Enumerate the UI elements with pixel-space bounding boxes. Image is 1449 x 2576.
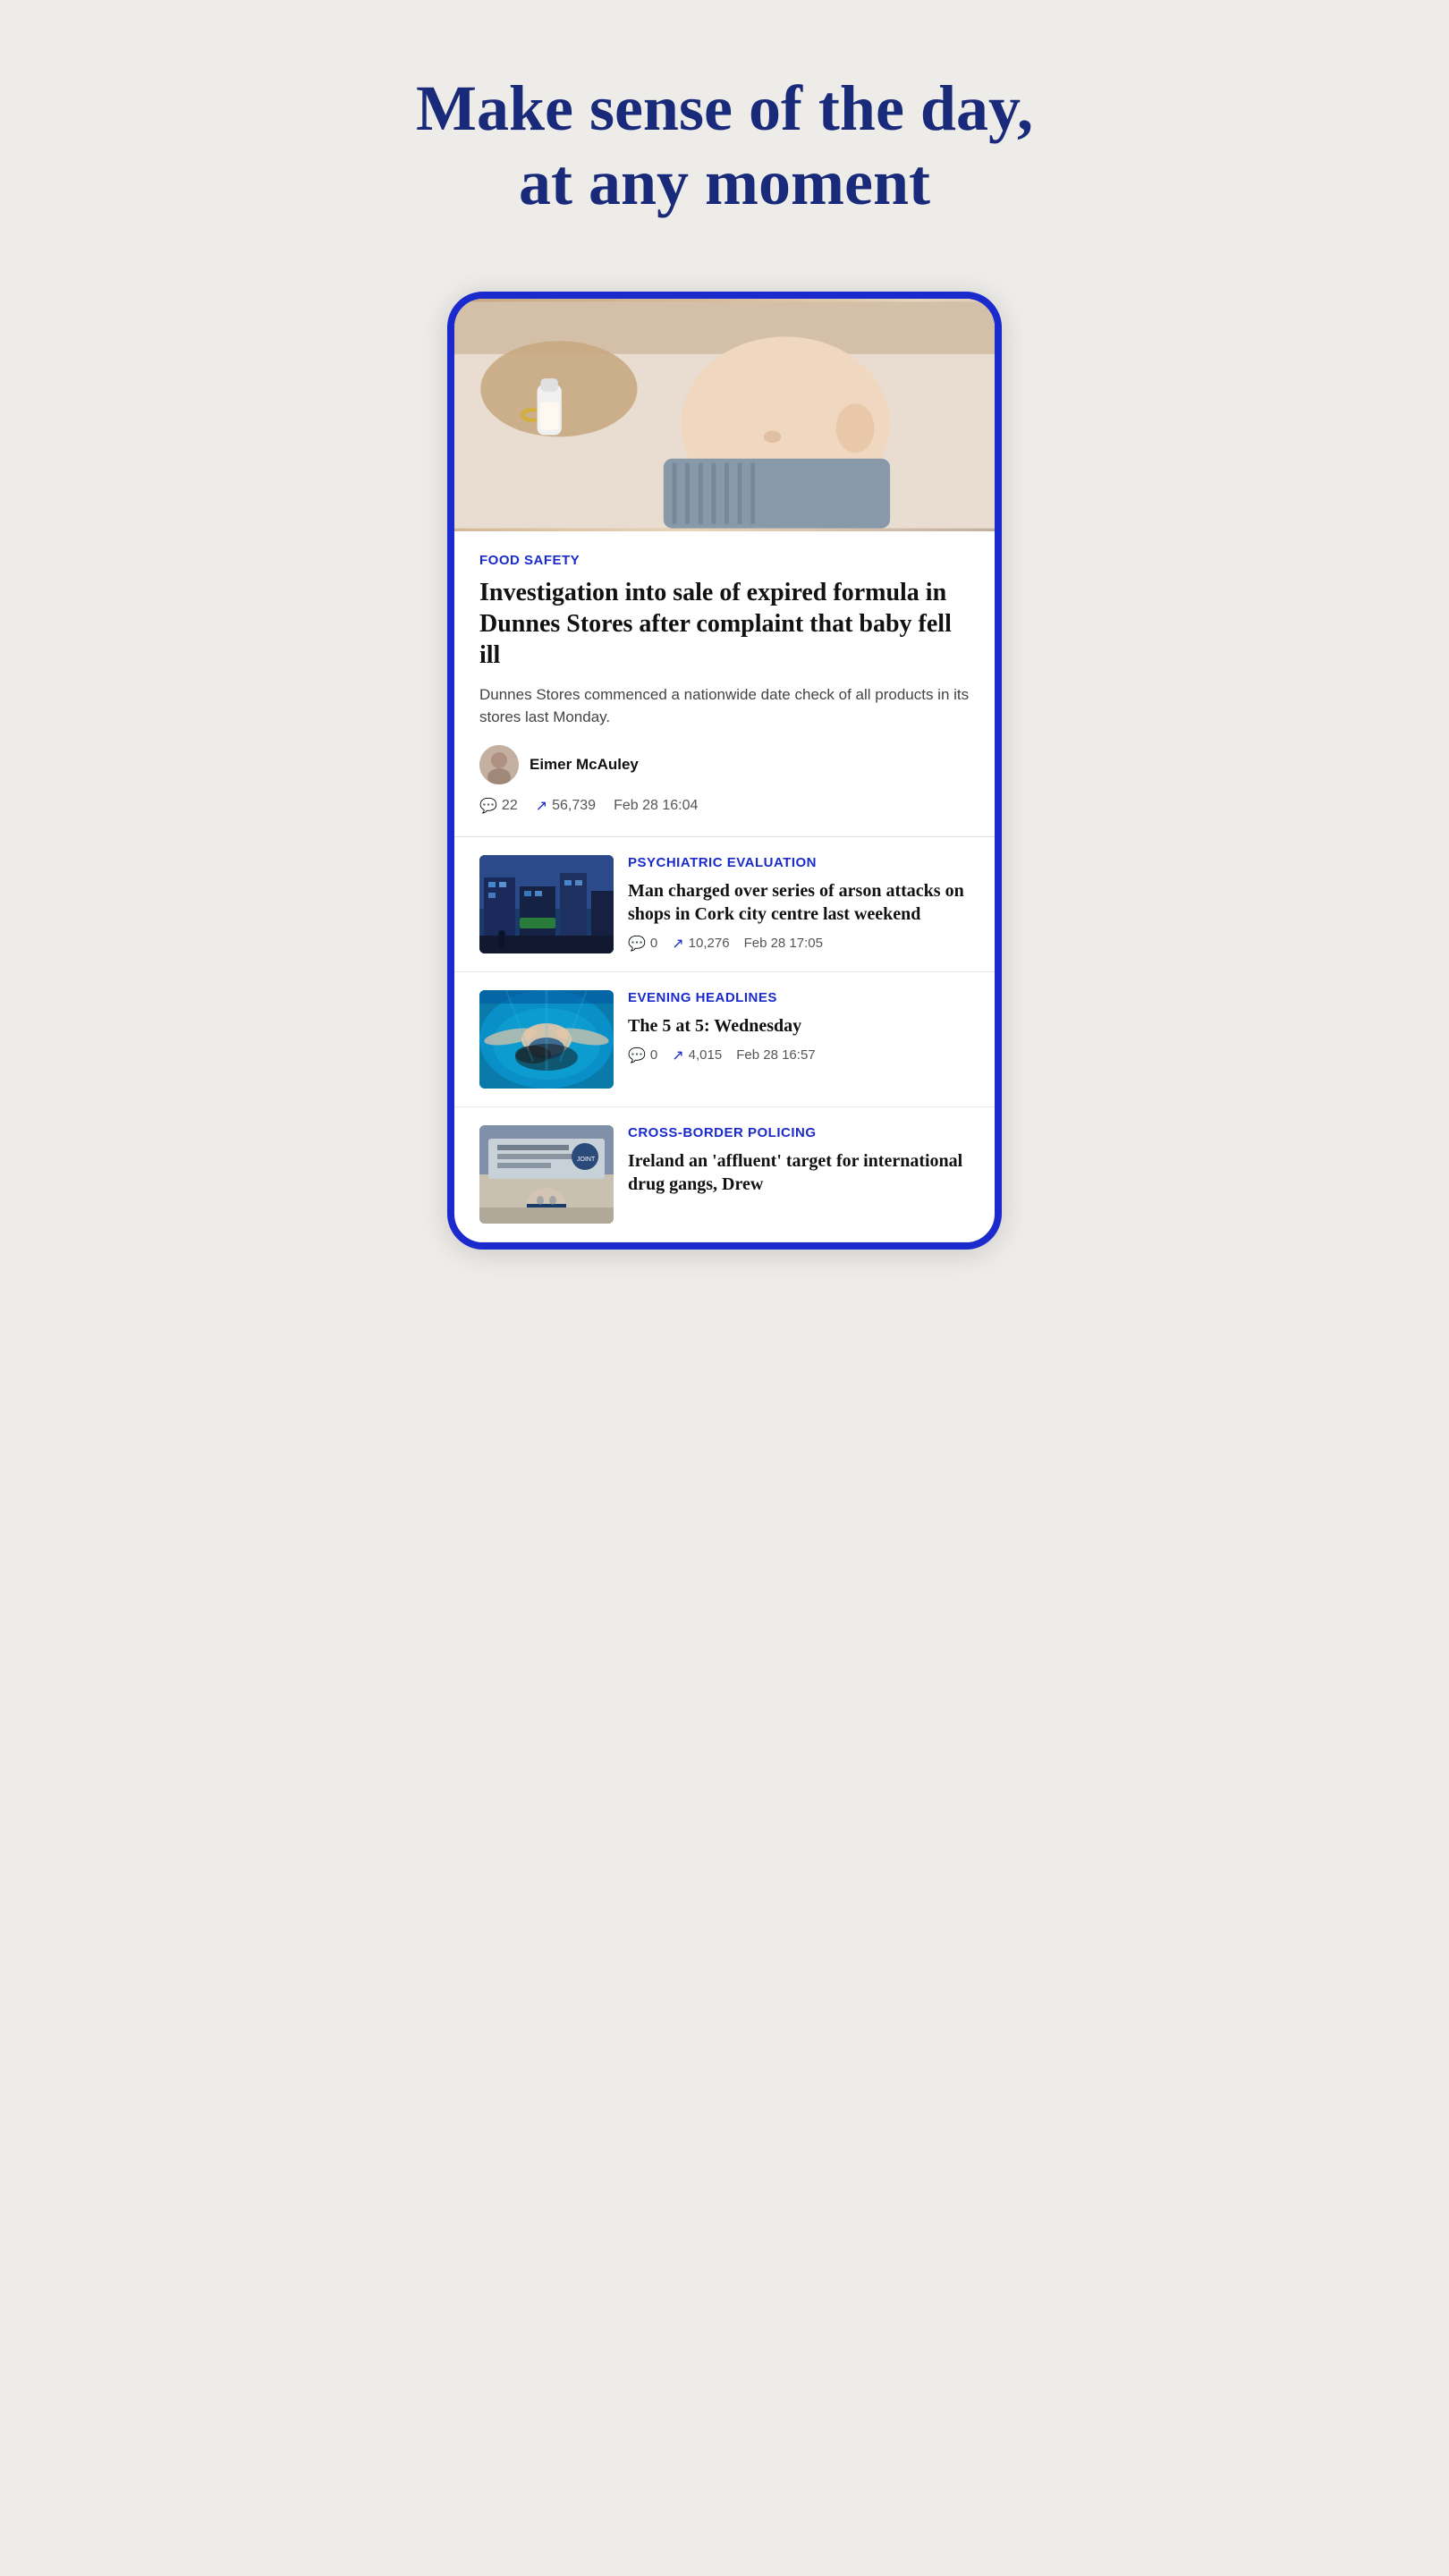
headlines-article-info: EVENING HEADLINES The 5 at 5: Wednesday … [628,990,970,1064]
border-article-info: CROSS-BORDER POLICING Ireland an 'afflue… [628,1125,970,1205]
arson-date: Feb 28 17:05 [744,936,823,951]
border-title: Ireland an 'affluent' target for interna… [628,1149,970,1196]
headlines-meta: 💬 0 ↗ 4,015 Feb 28 16:57 [628,1046,970,1064]
trending-icon-3: ↗ [672,1046,683,1064]
arson-article-info: PSYCHIATRIC EVALUATION Man charged over … [628,855,970,953]
list-article-2[interactable]: EVENING HEADLINES The 5 at 5: Wednesday … [454,972,995,1107]
featured-article-content[interactable]: FOOD SAFETY Investigation into sale of e… [454,531,995,837]
publish-date: Feb 28 16:04 [614,798,698,814]
arson-trending: ↗ 10,276 [672,935,729,953]
headlines-title: The 5 at 5: Wednesday [628,1014,970,1038]
app-mockup: FOOD SAFETY Investigation into sale of e… [447,292,1002,1250]
author-row: Eimer McAuley [479,745,970,784]
trending-icon: ↗ [536,797,547,815]
trending-count: ↗ 56,739 [536,797,596,815]
list-article-1[interactable]: PSYCHIATRIC EVALUATION Man charged over … [454,837,995,972]
trending-icon-2: ↗ [672,935,683,953]
border-category: CROSS-BORDER POLICING [628,1125,970,1140]
article-thumb-arson [479,855,614,953]
hero-headline: Make sense of the day, at any moment [411,72,1038,220]
comment-icon: 💬 [479,797,497,815]
arson-comments: 💬 0 [628,935,657,953]
headlines-trending: ↗ 4,015 [672,1046,722,1064]
avatar [479,745,519,784]
headlines-category: EVENING HEADLINES [628,990,970,1005]
comment-icon-2: 💬 [628,935,646,953]
arson-category: PSYCHIATRIC EVALUATION [628,855,970,870]
article-thumb-border: JOINT [479,1125,614,1224]
hero-section: Make sense of the day, at any moment [358,0,1091,274]
featured-category: FOOD SAFETY [479,553,970,568]
featured-article-image [454,299,995,531]
comment-count: 💬 22 [479,797,518,815]
headlines-date: Feb 28 16:57 [736,1047,815,1063]
headlines-comments: 💬 0 [628,1046,657,1064]
article-thumb-swimming [479,990,614,1089]
author-name: Eimer McAuley [530,756,639,774]
svg-text:JOINT: JOINT [577,1157,596,1163]
featured-title: Investigation into sale of expired formu… [479,577,970,671]
arson-title: Man charged over series of arson attacks… [628,879,970,926]
featured-meta: 💬 22 ↗ 56,739 Feb 28 16:04 [479,797,970,815]
comment-icon-3: 💬 [628,1046,646,1064]
list-article-3[interactable]: JOINT CROSS-BORDER POLICING Ireland an '… [454,1107,995,1242]
featured-excerpt: Dunnes Stores commenced a nationwide dat… [479,683,970,729]
arson-meta: 💬 0 ↗ 10,276 Feb 28 17:05 [628,935,970,953]
